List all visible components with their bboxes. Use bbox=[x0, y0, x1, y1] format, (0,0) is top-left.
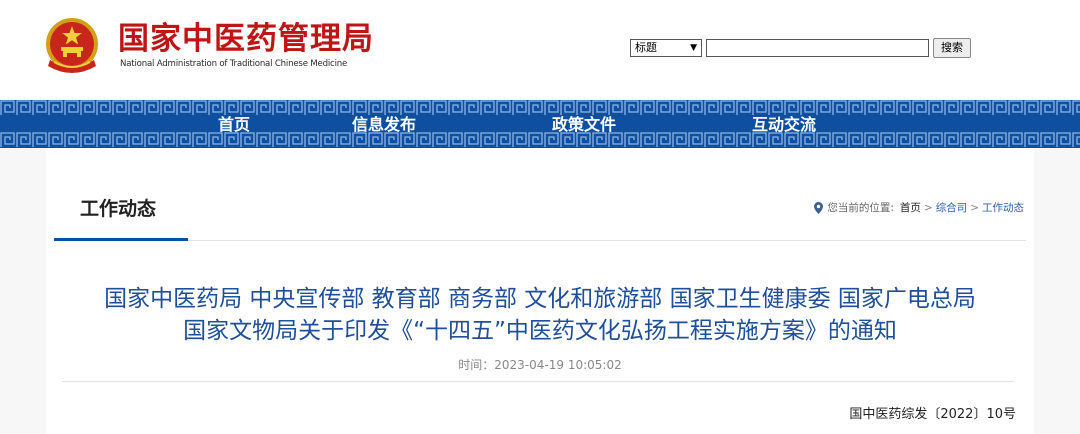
document-number: 国中医药综发〔2022〕10号 bbox=[849, 407, 1016, 422]
breadcrumb: 您当前的位置: 首页 > 综合司 > 工作动态 bbox=[814, 200, 1024, 215]
site-title[interactable]: 国家中医药管理局 bbox=[118, 20, 374, 58]
nav-item-interaction[interactable]: 互动交流 bbox=[746, 116, 823, 134]
section-divider bbox=[54, 240, 1026, 241]
breadcrumb-item-general-office[interactable]: 综合司 bbox=[936, 200, 968, 215]
nav-item-policy-docs[interactable]: 政策文件 bbox=[546, 116, 623, 134]
article-divider bbox=[62, 381, 1014, 382]
search-button[interactable]: 搜索 bbox=[933, 38, 971, 58]
nav-band bbox=[0, 116, 1080, 132]
nav-item-home[interactable]: 首页 bbox=[212, 116, 257, 134]
nav-item-info-release[interactable]: 信息发布 bbox=[346, 116, 423, 134]
breadcrumb-item-home[interactable]: 首页 bbox=[900, 200, 921, 215]
site-header: 国家中医药管理局 National Administration of Trad… bbox=[0, 0, 1080, 100]
search-input[interactable] bbox=[706, 39, 929, 57]
breadcrumb-prefix: 您当前的位置: bbox=[827, 202, 894, 214]
article-time-label: 时间： bbox=[458, 358, 495, 372]
chevron-down-icon: ▼ bbox=[690, 43, 697, 53]
main-content: 工作动态 您当前的位置: 首页 > 综合司 > 工作动态 国家中医药局 中央宣传… bbox=[46, 148, 1034, 434]
article-title-line-1: 国家中医药局 中央宣传部 教育部 商务部 文化和旅游部 国家卫生健康委 国家广电… bbox=[104, 286, 976, 312]
section-title: 工作动态 bbox=[80, 198, 157, 220]
breadcrumb-item-work-news[interactable]: 工作动态 bbox=[982, 200, 1024, 215]
main-nav: 首页 信息发布 政策文件 互动交流 bbox=[0, 100, 1080, 148]
national-emblem-icon[interactable] bbox=[44, 16, 100, 78]
location-pin-icon bbox=[814, 201, 824, 214]
search-field-select[interactable]: 标题 ▼ bbox=[630, 39, 702, 57]
section-title-underline bbox=[54, 238, 188, 241]
breadcrumb-separator: > bbox=[923, 201, 933, 214]
site-subtitle: National Administration of Traditional C… bbox=[120, 59, 348, 69]
search-field-selected: 标题 bbox=[635, 41, 657, 54]
fret-pattern-top bbox=[0, 100, 1080, 116]
article-timestamp: 时间：2023-04-19 10:05:02 bbox=[46, 356, 1034, 373]
breadcrumb-separator: > bbox=[970, 201, 979, 214]
article-time-value: 2023-04-19 10:05:02 bbox=[494, 358, 622, 372]
article-title-line-2: 国家文物局关于印发《“十四五”中医药文化弘扬工程实施方案》的通知 bbox=[183, 318, 897, 344]
fret-pattern-bottom bbox=[0, 132, 1080, 148]
